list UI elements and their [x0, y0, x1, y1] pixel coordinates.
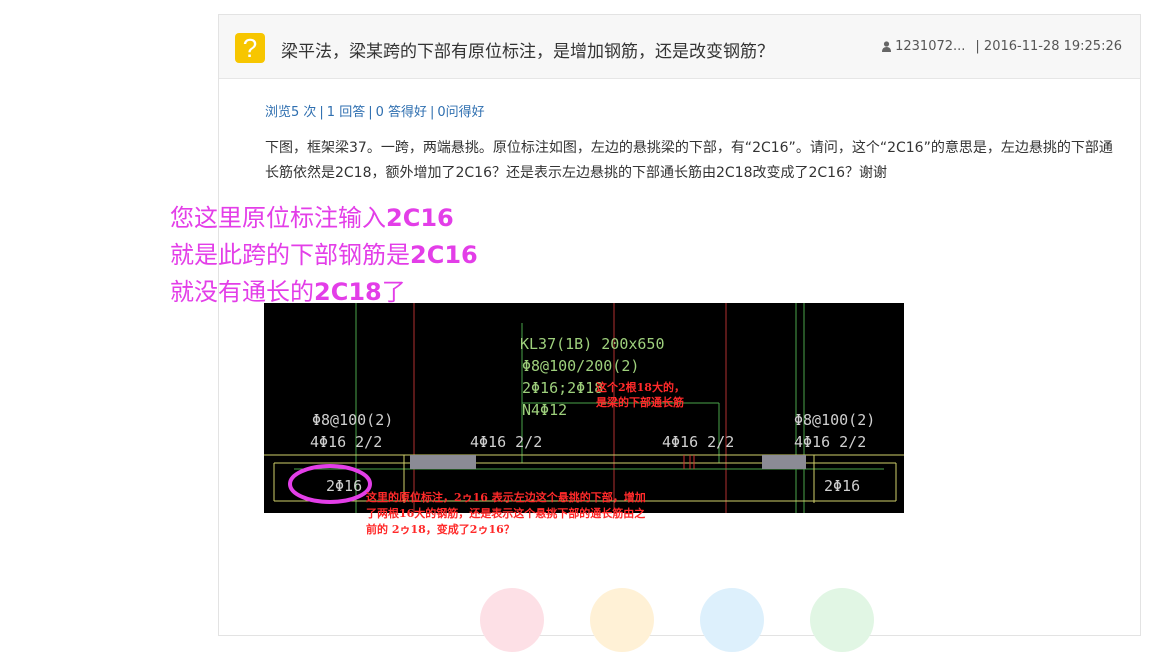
- cad-side-bars: N4Φ12: [522, 401, 567, 419]
- question-mark-icon: ?: [235, 33, 265, 63]
- cad-stirrup-main: Φ8@100/200(2): [522, 357, 639, 375]
- user-icon: [882, 41, 892, 52]
- thumbs-up-icon[interactable]: [480, 588, 544, 652]
- cad-right-bottom: 4Φ16 2/2: [794, 433, 866, 451]
- cad-note-top: 这个2根18大的， 是梁的下部通长筋: [596, 381, 685, 409]
- cad-drawing: KL37(1B) 200x650 Φ8@100/200(2) 2Φ16;2Φ18…: [264, 303, 904, 513]
- good-question-count: 0问得好: [437, 105, 485, 120]
- question-datetime: | 2016-11-28 19:25:26: [975, 39, 1122, 54]
- cad-note-bottom: 这里的原位标注，2ゥ16 表示左边这个悬挑的下部，增加 了两根16大的钢筋，还是…: [366, 491, 646, 536]
- overlay-line-1: 您这里原位标注输入2C16: [170, 204, 454, 232]
- cad-right-label: 2Φ16: [824, 477, 860, 495]
- good-answers-count: 0 答得好: [375, 105, 427, 120]
- question-meta: 1231072... | 2016-11-28 19:25:26: [882, 39, 1126, 54]
- question-header: ? 梁平法，梁某跨的下部有原位标注，是增加钢筋，还是改变钢筋？ 1231072.…: [219, 15, 1140, 79]
- views-count: 浏览5 次: [265, 105, 317, 120]
- question-title[interactable]: 梁平法，梁某跨的下部有原位标注，是增加钢筋，还是改变钢筋？: [281, 37, 774, 62]
- question-stats: 浏览5 次 | 1 回答 | 0 答得好 | 0问得好: [265, 105, 485, 120]
- asker-name[interactable]: 1231072...: [895, 39, 965, 54]
- cad-circled-label: 2Φ16: [326, 477, 362, 495]
- answer-overlay-text: 您这里原位标注输入2C16 就是此跨的下部钢筋是2C16 就没有通长的2C18了: [170, 200, 478, 311]
- answers-count[interactable]: 1 回答: [327, 105, 365, 120]
- cad-mid-right: 4Φ16 2/2: [662, 433, 734, 451]
- overlay-line-2: 就是此跨的下部钢筋是2C16: [170, 241, 478, 269]
- share-icon[interactable]: [700, 588, 764, 652]
- action-bar: [0, 588, 1169, 652]
- question-body: 下图，框架梁37。一跨，两端悬挑。原位标注如图，左边的悬挑梁的下部，有“2C16…: [265, 140, 1113, 181]
- cad-left-bottom: 4Φ16 2/2: [310, 433, 382, 451]
- cad-right-stirrup: Φ8@100(2): [794, 411, 875, 429]
- more-icon[interactable]: [810, 588, 874, 652]
- cad-lines: KL37(1B) 200x650 Φ8@100/200(2) 2Φ16;2Φ18…: [264, 303, 904, 513]
- star-icon[interactable]: [590, 588, 654, 652]
- cad-left-stirrup: Φ8@100(2): [312, 411, 393, 429]
- cad-beam-id: KL37(1B) 200x650: [520, 335, 665, 353]
- cad-mid-left: 4Φ16 2/2: [470, 433, 542, 451]
- cad-top-bars: 2Φ16;2Φ18: [522, 379, 603, 397]
